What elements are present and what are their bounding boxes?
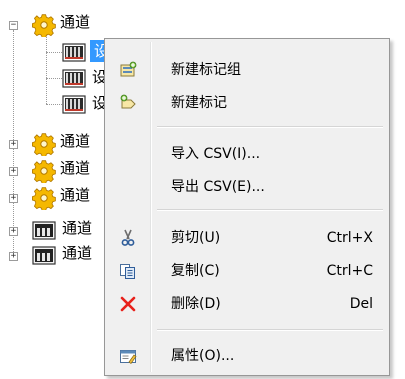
tree-connector — [46, 34, 47, 104]
menu-item-new-tag-group[interactable]: 新建标记组 — [107, 55, 387, 85]
menu-separator — [157, 126, 383, 128]
menu-label: 新建标记 — [171, 95, 227, 111]
expand-toggle[interactable]: + — [9, 227, 18, 236]
menu-item-cut[interactable]: 剪切(U) Ctrl+X — [107, 223, 387, 253]
gear-icon — [32, 187, 56, 210]
delete-x-icon — [120, 296, 136, 312]
tree-connector — [46, 78, 62, 79]
device-icon — [62, 69, 86, 88]
shortcut-label: Del — [349, 296, 373, 312]
menu-label: 复制(C) — [171, 263, 220, 279]
tree-channel-label[interactable]: 通道 — [62, 244, 92, 262]
shortcut-label: Ctrl+X — [326, 230, 373, 246]
menu-item-copy[interactable]: 复制(C) Ctrl+C — [107, 256, 387, 286]
context-menu: 新建标记组 新建标记 导入 CSV(I)... 导出 CSV(E)... 剪切(… — [104, 38, 390, 376]
menu-label: 剪切(U) — [171, 230, 221, 246]
gear-icon — [32, 133, 56, 156]
menu-label: 导入 CSV(I)... — [171, 146, 261, 162]
serial-device-icon — [32, 246, 56, 265]
collapse-toggle[interactable]: − — [9, 21, 18, 30]
expand-toggle[interactable]: + — [9, 167, 18, 176]
expand-toggle[interactable]: + — [9, 194, 18, 203]
menu-item-export-csv[interactable]: 导出 CSV(E)... — [107, 172, 387, 202]
gear-icon — [32, 160, 56, 183]
menu-item-new-tag[interactable]: 新建标记 — [107, 88, 387, 118]
tree-channel-label[interactable]: 通道 — [62, 219, 92, 237]
tree-connector — [46, 104, 62, 105]
new-tag-group-icon — [120, 61, 137, 77]
menu-label: 新建标记组 — [171, 62, 241, 78]
menu-label: 删除(D) — [171, 296, 221, 312]
menu-item-import-csv[interactable]: 导入 CSV(I)... — [107, 139, 387, 169]
tree-connector — [46, 52, 62, 53]
tree-channel-label[interactable]: 通道 — [60, 132, 90, 150]
device-icon — [62, 95, 86, 114]
menu-item-delete[interactable]: 删除(D) Del — [107, 289, 387, 319]
tree-channel-label[interactable]: 通道 — [60, 159, 90, 177]
device-icon — [62, 43, 86, 62]
menu-label: 导出 CSV(E)... — [171, 179, 265, 195]
shortcut-label: Ctrl+C — [326, 263, 373, 279]
tree-channel-label[interactable]: 通道 — [60, 186, 90, 204]
copy-icon — [120, 264, 135, 279]
menu-separator — [157, 329, 383, 331]
properties-icon — [120, 350, 137, 364]
menu-separator — [157, 209, 383, 211]
menu-item-properties[interactable]: 属性(O)... — [107, 341, 387, 371]
new-tag-icon — [120, 94, 136, 109]
tree-channel-label[interactable]: 通道 — [60, 13, 90, 31]
serial-device-icon — [32, 221, 56, 240]
gear-icon — [32, 14, 56, 37]
expand-toggle[interactable]: + — [9, 252, 18, 261]
expand-toggle[interactable]: + — [9, 140, 18, 149]
scissors-icon — [121, 229, 135, 246]
menu-label: 属性(O)... — [171, 348, 235, 364]
